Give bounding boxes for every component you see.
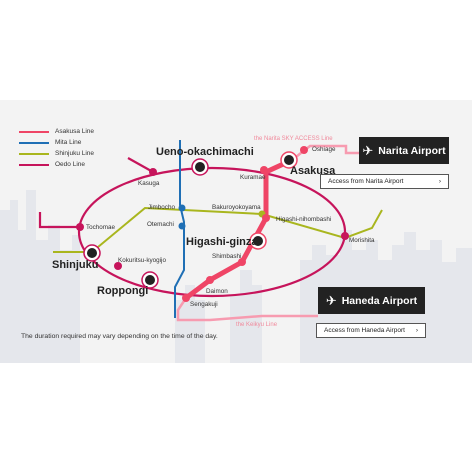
legend-swatch bbox=[19, 152, 49, 155]
legend-item-shinjuku: Shinjuku Line bbox=[19, 148, 94, 159]
legend-label: Shinjuku Line bbox=[55, 150, 95, 157]
legend-label: Oedo Line bbox=[55, 161, 85, 168]
station-label-kasuga: Kasuga bbox=[138, 180, 160, 187]
narita-sky-access-label: the Narita SKY ACCESS Line bbox=[254, 136, 333, 142]
station-label-tochomae: Tochomae bbox=[86, 224, 116, 231]
station-label-kuramae: Kuramae bbox=[240, 174, 266, 181]
legend-swatch bbox=[19, 141, 49, 144]
station-label-otemachi: Otemachi bbox=[147, 221, 174, 228]
legend-swatch bbox=[19, 130, 49, 133]
legend-label: Mita Line bbox=[55, 139, 82, 146]
airplane-icon: ✈ bbox=[325, 292, 337, 308]
station-label-daimon: Daimon bbox=[206, 288, 228, 295]
keikyu-line-label: the Keikyu Line bbox=[236, 322, 278, 328]
station-marker-morishita[interactable] bbox=[341, 232, 349, 240]
station-label-bakuroyokoyama: Bakuroyokoyama bbox=[212, 204, 261, 211]
station-label-higashi-ginza: Higashi-ginza bbox=[186, 236, 258, 248]
legend-swatch bbox=[19, 163, 49, 166]
station-marker-jimbocho[interactable] bbox=[178, 204, 186, 212]
station-marker-higashi-nihombashi[interactable] bbox=[262, 214, 270, 222]
access-from-narita-label: Access from Narita Airport bbox=[328, 178, 404, 185]
station-marker-tochomae[interactable] bbox=[76, 223, 84, 231]
legend-item-oedo: Oedo Line bbox=[19, 159, 94, 170]
legend-item-mita: Mita Line bbox=[19, 137, 94, 148]
haneda-airport-box: ✈ Haneda Airport bbox=[318, 287, 425, 314]
chevron-right-icon: › bbox=[415, 327, 418, 334]
legend-label: Asakusa Line bbox=[55, 128, 95, 135]
asakusa-line bbox=[184, 157, 294, 300]
station-marker-ueno-okachimachi[interactable] bbox=[191, 158, 209, 176]
station-marker-kasuga[interactable] bbox=[149, 168, 157, 176]
station-marker-sengakuji[interactable] bbox=[182, 294, 190, 302]
legend-item-asakusa: Asakusa Line bbox=[19, 126, 94, 137]
narita-airport-label: Narita Airport bbox=[378, 144, 446, 157]
station-label-jimbocho: Jimbocho bbox=[148, 204, 175, 211]
duration-note: The duration required may vary depending… bbox=[21, 333, 218, 340]
station-label-higashi-nihombashi: Higashi-nihombashi bbox=[276, 216, 331, 223]
oedo-line-branch-north bbox=[127, 157, 154, 173]
station-label-oshiage: Oshiage bbox=[312, 146, 336, 153]
station-marker-daimon[interactable] bbox=[206, 276, 214, 284]
access-from-narita-button[interactable]: Access from Narita Airport › bbox=[320, 174, 449, 189]
station-label-morishita: Morishita bbox=[349, 237, 375, 244]
access-from-haneda-label: Access from Haneda Airport bbox=[324, 327, 405, 334]
station-marker-otemachi[interactable] bbox=[178, 222, 186, 230]
station-marker-oshiage[interactable] bbox=[300, 146, 308, 154]
station-label-shinjuku: Shinjuku bbox=[52, 259, 98, 271]
map-legend: Asakusa Line Mita Line Shinjuku Line Oed… bbox=[19, 126, 94, 170]
station-label-sengakuji: Sengakuji bbox=[190, 301, 218, 308]
access-from-haneda-button[interactable]: Access from Haneda Airport › bbox=[316, 323, 426, 338]
station-label-roppongi: Roppongi bbox=[97, 285, 148, 297]
station-label-kokuritsu-kyogijo: Kokuritsu-kyogijo bbox=[118, 257, 166, 264]
station-label-shimbashi: Shimbashi bbox=[212, 253, 241, 260]
airplane-icon: ✈ bbox=[362, 142, 374, 158]
chevron-right-icon: › bbox=[438, 178, 441, 185]
narita-airport-box: ✈ Narita Airport bbox=[359, 137, 449, 164]
oedo-line-branch-west bbox=[38, 212, 80, 229]
station-label-ueno-okachimachi: Ueno-okachimachi bbox=[156, 146, 254, 158]
haneda-airport-label: Haneda Airport bbox=[341, 294, 418, 307]
station-marker-kuramae[interactable] bbox=[260, 166, 268, 174]
